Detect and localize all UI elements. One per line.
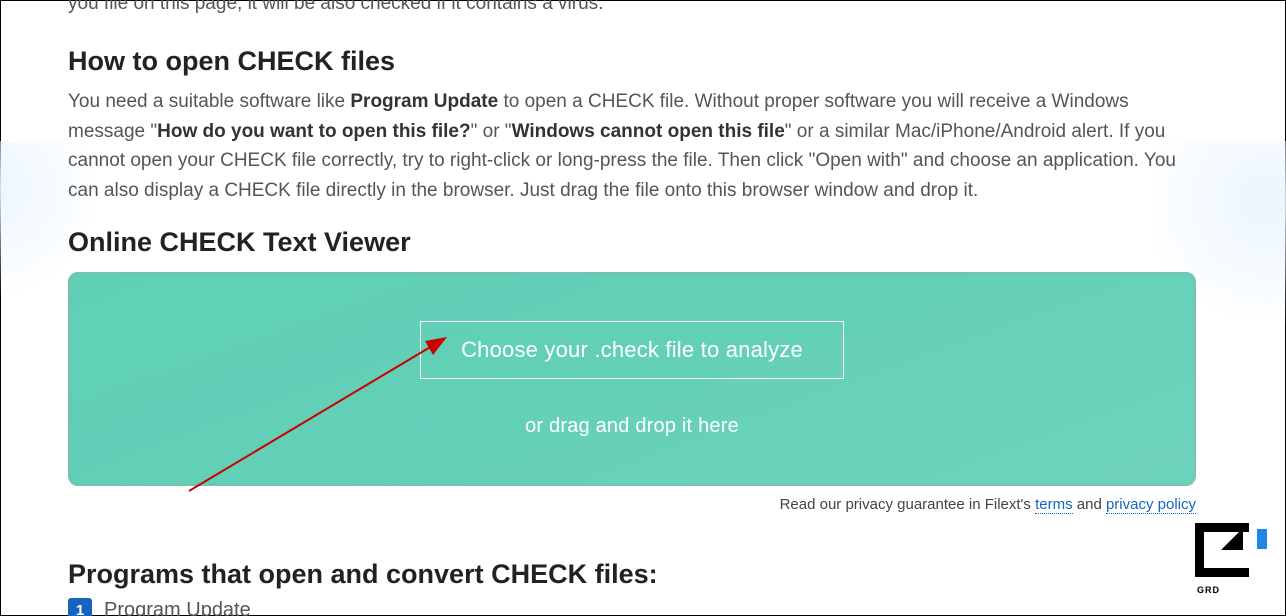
para-text: You need a suitable software like	[68, 91, 350, 112]
windows-prompt-bold: How do you want to open this file?	[157, 121, 470, 142]
online-viewer-heading: Online CHECK Text Viewer	[68, 227, 1196, 258]
drag-drop-hint: or drag and drop it here	[525, 415, 739, 438]
file-dropzone[interactable]: Choose your .check file to analyze or dr…	[68, 272, 1196, 486]
program-name: Program Update	[104, 599, 251, 616]
windows-error-bold: Windows cannot open this file	[512, 121, 785, 142]
partial-previous-line: you file on this page, it will be also c…	[68, 0, 1196, 18]
watermark-logo: GRD	[1195, 523, 1267, 593]
watermark-triangle-icon	[1221, 528, 1243, 550]
para-text: " or "	[471, 121, 512, 142]
how-to-open-paragraph: You need a suitable software like Progra…	[68, 87, 1196, 205]
terms-link[interactable]: terms	[1035, 496, 1073, 514]
program-name-bold: Program Update	[350, 91, 498, 112]
main-content: you file on this page, it will be also c…	[68, 1, 1196, 616]
program-list-item: 1 Program Update	[68, 598, 1196, 616]
program-number-badge: 1	[68, 598, 92, 616]
programs-heading: Programs that open and convert CHECK fil…	[68, 559, 1196, 590]
choose-file-button[interactable]: Choose your .check file to analyze	[420, 321, 844, 379]
privacy-line: Read our privacy guarantee in Filext's t…	[68, 496, 1196, 513]
privacy-prefix: Read our privacy guarantee in Filext's	[780, 496, 1036, 513]
watermark-text: GRD	[1197, 585, 1220, 595]
watermark-blue-accent	[1257, 529, 1267, 549]
privacy-and: and	[1073, 496, 1106, 513]
how-to-open-heading: How to open CHECK files	[68, 46, 1196, 77]
privacy-policy-link[interactable]: privacy policy	[1106, 496, 1196, 514]
